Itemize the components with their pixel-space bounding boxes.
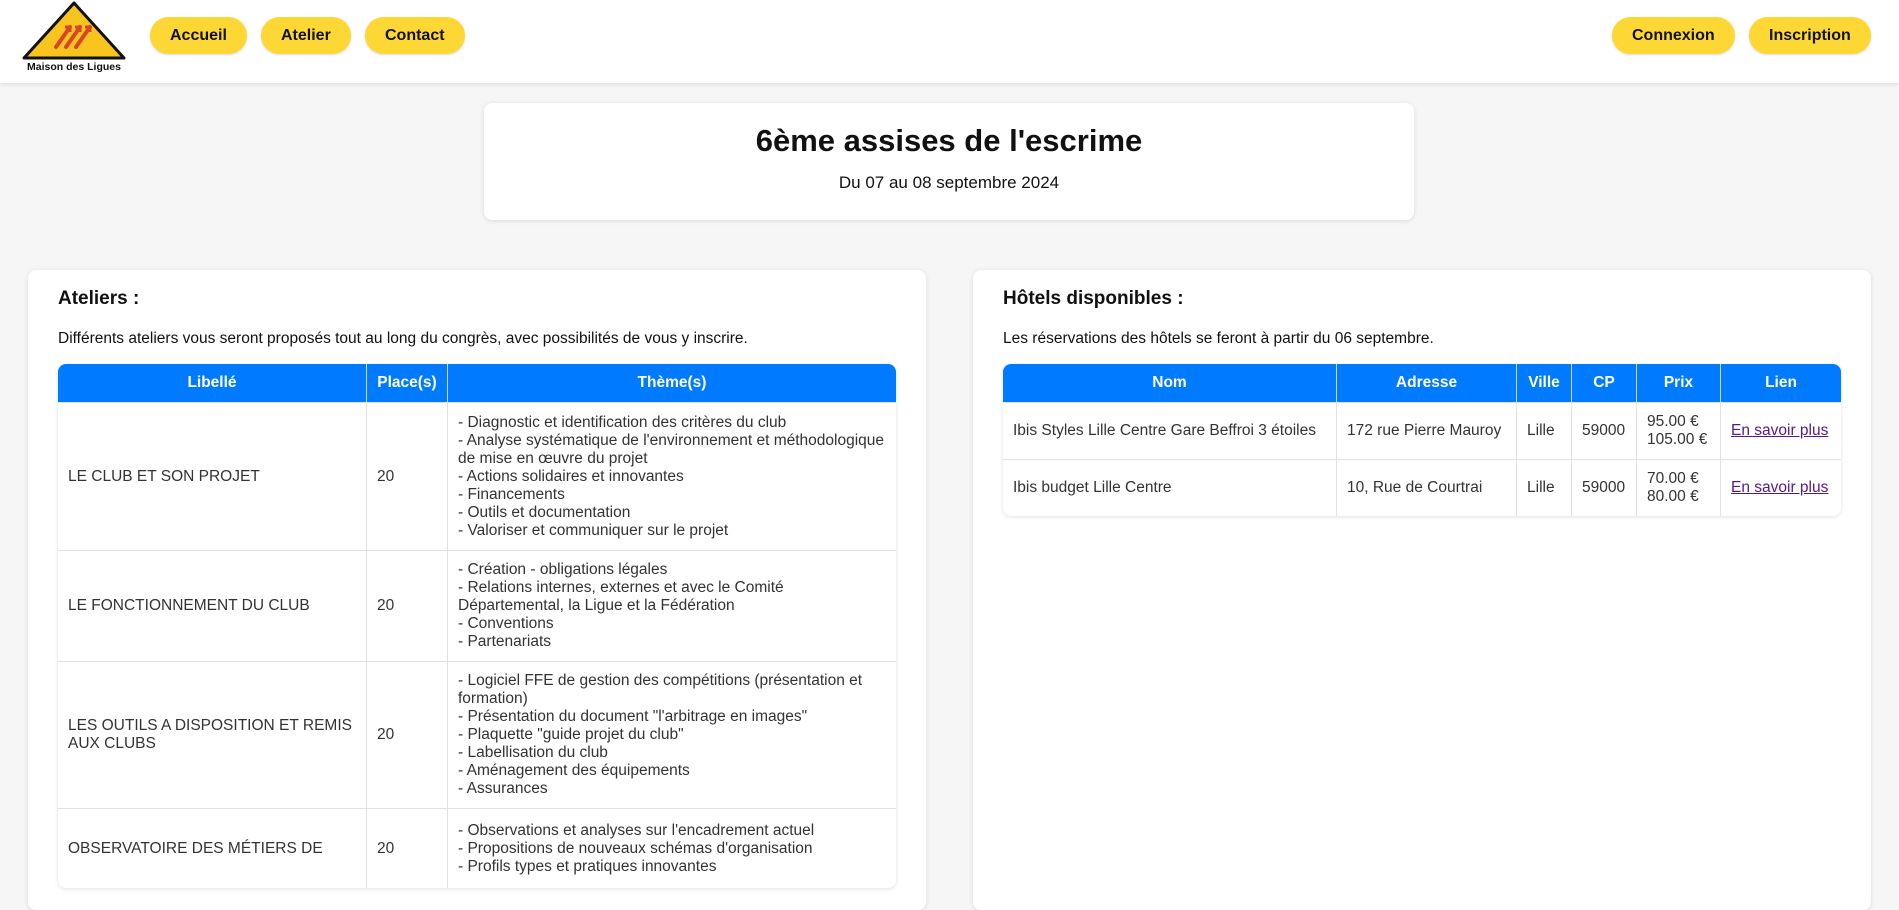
atelier-places: 20: [367, 808, 448, 888]
atelier-themes: - Logiciel FFE de gestion des compétitio…: [448, 661, 896, 808]
nav-accueil-button[interactable]: Accueil: [150, 17, 247, 54]
hotels-description: Les réservations des hôtels se feront à …: [1003, 330, 1434, 347]
connexion-button[interactable]: Connexion: [1612, 17, 1735, 54]
nav-contact-button[interactable]: Contact: [365, 17, 465, 54]
hotels-title: Hôtels disponibles :: [1003, 288, 1184, 309]
event-card: 6ème assises de l'escrime Du 07 au 08 se…: [484, 103, 1414, 220]
hotel-nom: Ibis budget Lille Centre: [1003, 459, 1337, 516]
table-row: LES OUTILS A DISPOSITION ET REMIS AUX CL…: [58, 661, 896, 808]
atelier-libelle: LE CLUB ET SON PROJET: [58, 402, 367, 550]
hotel-adresse: 172 rue Pierre Mauroy: [1337, 402, 1517, 459]
nav-atelier-button[interactable]: Atelier: [261, 17, 351, 54]
atelier-themes: - Diagnostic et identification des critè…: [448, 402, 896, 550]
atelier-libelle: LE FONCTIONNEMENT DU CLUB: [58, 550, 367, 661]
atelier-themes: - Création - obligations légales - Relat…: [448, 550, 896, 661]
logo-triangle-icon: [22, 1, 126, 60]
hotel-ville: Lille: [1517, 402, 1572, 459]
atelier-themes: - Observations et analyses sur l'encadre…: [448, 808, 896, 888]
column-header-adresse: Adresse: [1337, 364, 1517, 402]
column-header-libelle: Libellé: [58, 364, 367, 402]
hotels-table-header: Nom Adresse Ville CP Prix Lien: [1003, 364, 1841, 402]
hotel-nom: Ibis Styles Lille Centre Gare Beffroi 3 …: [1003, 402, 1337, 459]
column-header-nom: Nom: [1003, 364, 1337, 402]
logo[interactable]: Maison des Ligues: [20, 0, 128, 74]
column-header-prix: Prix: [1637, 364, 1721, 402]
hotel-prix: 95.00 € 105.00 €: [1637, 402, 1721, 459]
table-row: Ibis budget Lille Centre 10, Rue de Cour…: [1003, 459, 1841, 516]
table-row: Ibis Styles Lille Centre Gare Beffroi 3 …: [1003, 402, 1841, 459]
header-bar: Maison des Ligues Accueil Atelier Contac…: [0, 0, 1899, 83]
atelier-places: 20: [367, 402, 448, 550]
hotel-adresse: 10, Rue de Courtrai: [1337, 459, 1517, 516]
column-header-places: Place(s): [367, 364, 448, 402]
column-header-cp: CP: [1572, 364, 1637, 402]
hotel-lien-cell: En savoir plus: [1721, 459, 1841, 516]
event-dates: Du 07 au 08 septembre 2024: [838, 173, 1060, 192]
table-row: LE CLUB ET SON PROJET 20 - Diagnostic et…: [58, 402, 896, 550]
column-header-lien: Lien: [1721, 364, 1841, 402]
atelier-libelle: LES OUTILS A DISPOSITION ET REMIS AUX CL…: [58, 661, 367, 808]
atelier-places: 20: [367, 661, 448, 808]
event-title: 6ème assises de l'escrime: [755, 123, 1143, 158]
en-savoir-plus-link[interactable]: En savoir plus: [1731, 422, 1828, 439]
ateliers-panel: Ateliers : Différents ateliers vous sero…: [28, 270, 926, 910]
hotel-lien-cell: En savoir plus: [1721, 402, 1841, 459]
ateliers-table: Libellé Place(s) Thème(s) LE CLUB ET SON…: [58, 364, 896, 888]
ateliers-title: Ateliers :: [58, 288, 140, 309]
column-header-themes: Thème(s): [448, 364, 896, 402]
hotels-table: Nom Adresse Ville CP Prix Lien Ibis Styl…: [1003, 364, 1841, 516]
en-savoir-plus-link[interactable]: En savoir plus: [1731, 479, 1828, 496]
logo-text: Maison des Ligues: [27, 61, 121, 73]
hotel-prix: 70.00 € 80.00 €: [1637, 459, 1721, 516]
table-row: LE FONCTIONNEMENT DU CLUB 20 - Création …: [58, 550, 896, 661]
atelier-libelle: OBSERVATOIRE DES MÉTIERS DE: [58, 808, 367, 888]
hotels-panel: Hôtels disponibles : Les réservations de…: [973, 270, 1871, 910]
column-header-ville: Ville: [1517, 364, 1572, 402]
ateliers-table-header: Libellé Place(s) Thème(s): [58, 364, 896, 402]
hotel-cp: 59000: [1572, 402, 1637, 459]
ateliers-description: Différents ateliers vous seront proposés…: [58, 330, 748, 347]
table-row: OBSERVATOIRE DES MÉTIERS DE 20 - Observa…: [58, 808, 896, 888]
atelier-places: 20: [367, 550, 448, 661]
inscription-button[interactable]: Inscription: [1749, 17, 1871, 54]
hotel-ville: Lille: [1517, 459, 1572, 516]
hotel-cp: 59000: [1572, 459, 1637, 516]
